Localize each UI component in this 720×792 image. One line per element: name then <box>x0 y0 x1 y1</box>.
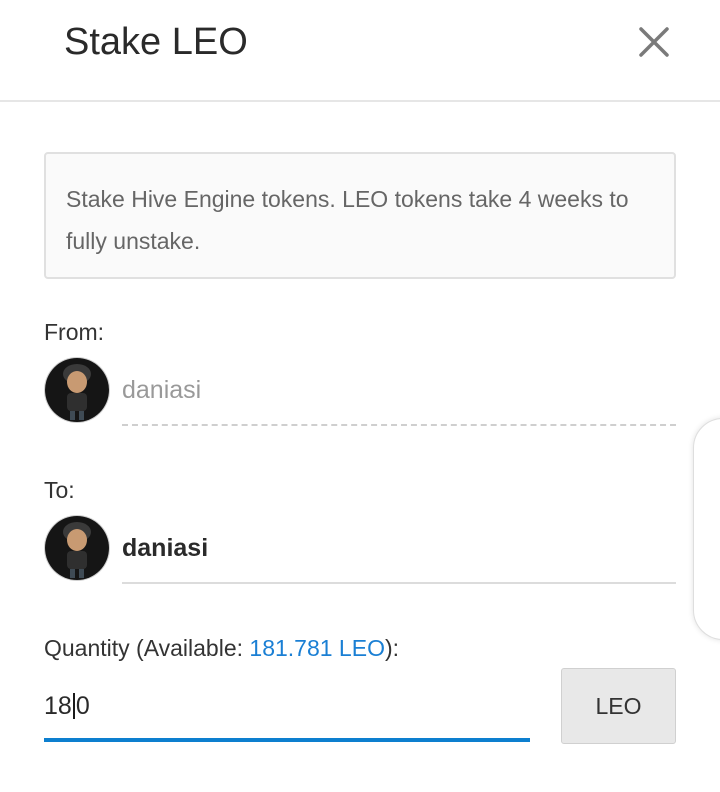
available-balance-link[interactable]: 181.781 LEO <box>249 635 385 661</box>
quantity-value-before-caret: 18 <box>44 692 72 720</box>
dialog-title: Stake LEO <box>64 21 248 63</box>
quantity-value-after-caret: 0 <box>75 692 90 720</box>
token-unit-button[interactable]: LEO <box>561 668 676 744</box>
close-icon <box>639 27 669 57</box>
quantity-label-prefix: Quantity (Available: <box>44 635 250 661</box>
avatar-image <box>45 358 109 422</box>
quantity-input[interactable]: 18 0 <box>44 682 530 742</box>
side-panel-edge[interactable] <box>693 418 720 640</box>
to-avatar <box>45 516 109 580</box>
from-label: From: <box>44 319 105 345</box>
dialog-header: Stake LEO <box>0 0 720 102</box>
avatar-image <box>45 516 109 580</box>
quantity-label: Quantity (Available: 181.781 LEO): <box>44 634 399 662</box>
to-label: To: <box>44 477 75 503</box>
close-button[interactable] <box>632 20 676 64</box>
from-username-field: daniasi <box>122 370 676 426</box>
to-username-input[interactable]: daniasi <box>122 528 676 584</box>
quantity-label-suffix: ): <box>384 635 400 661</box>
info-notice: Stake Hive Engine tokens. LEO tokens tak… <box>44 152 676 279</box>
text-caret <box>72 693 75 719</box>
from-avatar <box>45 358 109 422</box>
